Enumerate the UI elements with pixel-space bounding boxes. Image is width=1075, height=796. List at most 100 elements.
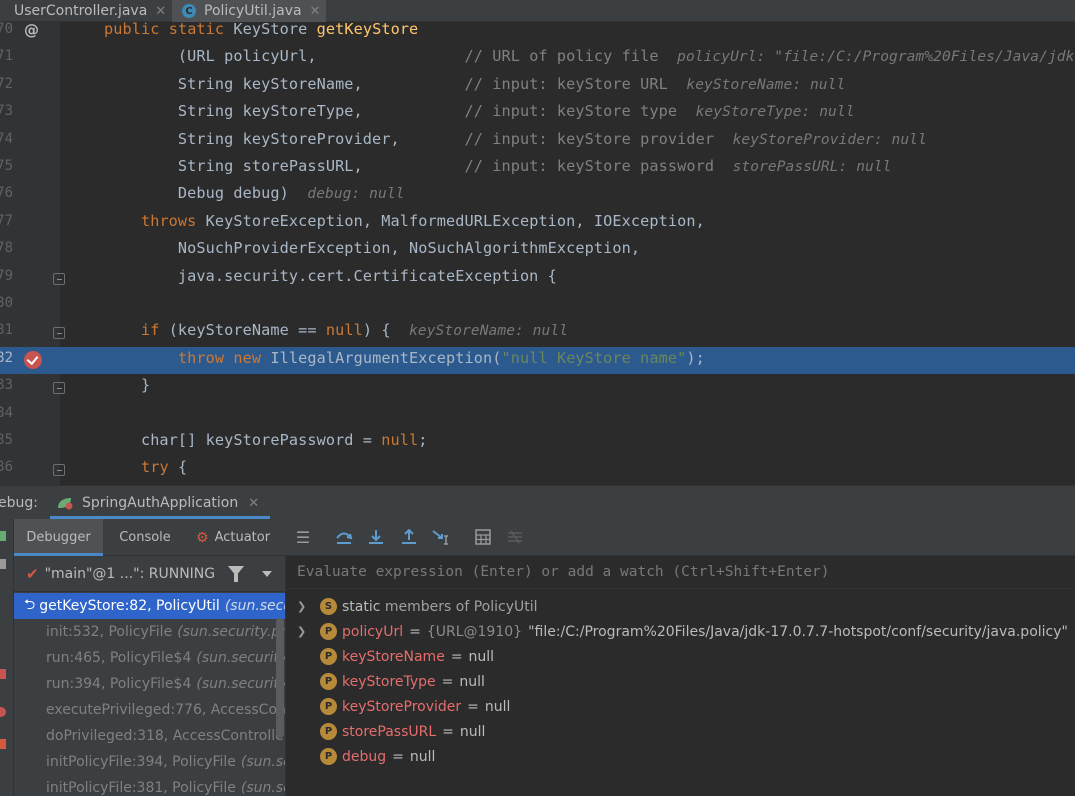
code-line[interactable]: 71 (URL policyUrl, // URL of policy file… xyxy=(0,45,1075,72)
code-line[interactable]: 78 NoSuchProviderException, NoSuchAlgori… xyxy=(0,237,1075,264)
line-number[interactable]: 77 xyxy=(0,213,13,229)
step-into-icon[interactable] xyxy=(365,527,387,547)
line-number[interactable]: 72 xyxy=(0,76,13,92)
equals-sign: = xyxy=(467,698,479,715)
parameter-badge-icon: P xyxy=(320,723,337,740)
line-number[interactable]: 86 xyxy=(0,459,13,475)
code-token: // input: keyStore type xyxy=(464,102,678,121)
code-line[interactable]: 75 String storePassURL, // input: keySto… xyxy=(0,155,1075,182)
line-number[interactable]: 78 xyxy=(0,240,13,256)
code-line[interactable]: 79 java.security.cert.CertificateExcepti… xyxy=(0,265,1075,292)
fold-icon[interactable] xyxy=(53,464,65,477)
check-icon: ✔ xyxy=(26,564,39,583)
code-line[interactable]: 84 xyxy=(0,402,1075,429)
override-marker-icon[interactable]: @ xyxy=(24,22,39,39)
tab-policyutil[interactable]: C PolicyUtil.java ✕ xyxy=(172,0,326,22)
frame-name: initPolicyFile:394, PolicyFile xyxy=(46,754,236,770)
variable-row[interactable]: Pdebug = null xyxy=(287,744,1075,769)
code-line[interactable]: 70 @ public static KeyStore getKeyStore xyxy=(0,22,1075,45)
variable-row[interactable]: ❯ PpolicyUrl = {URL@1910} "file:/C:/Program%… xyxy=(287,619,1075,644)
code-token: String keyStoreProvider, xyxy=(67,129,465,148)
line-number[interactable]: 76 xyxy=(0,185,13,201)
frames-scrollbar[interactable] xyxy=(276,618,284,738)
step-out-icon[interactable] xyxy=(398,527,420,547)
code-line[interactable]: 81 if (keyStoreName == null) { keyStoreN… xyxy=(0,319,1075,346)
inline-debug-value: keyStoreType: null xyxy=(695,104,855,121)
frame-item[interactable]: init:532, PolicyFile(sun.security.provid… xyxy=(14,619,285,645)
close-icon[interactable]: ✕ xyxy=(155,4,166,19)
line-number[interactable]: 85 xyxy=(0,432,13,448)
trace-stream-icon[interactable] xyxy=(504,527,526,547)
frame-item[interactable]: initPolicyFile:394, PolicyFile(sun.secur… xyxy=(14,749,285,775)
code-token: KeyStoreException, MalformedURLException… xyxy=(205,211,705,230)
run-to-cursor-icon[interactable] xyxy=(430,527,452,547)
filter-icon[interactable] xyxy=(228,566,244,582)
close-icon[interactable]: ✕ xyxy=(310,4,321,19)
resume-icon[interactable] xyxy=(0,531,6,541)
code-editor[interactable]: 70 @ public static KeyStore getKeyStore 71… xyxy=(0,22,1075,485)
close-icon[interactable]: ✕ xyxy=(248,496,259,511)
breakpoint-icon[interactable] xyxy=(24,350,42,369)
line-number[interactable]: 82 xyxy=(0,350,13,366)
line-number[interactable]: 80 xyxy=(0,295,13,311)
line-number[interactable]: 73 xyxy=(0,103,13,119)
chevron-down-icon[interactable] xyxy=(262,571,272,577)
code-line[interactable]: 80 xyxy=(0,292,1075,319)
thread-selector[interactable]: ✔ "main"@1 ...": RUNNING xyxy=(14,556,285,592)
view-breakpoints-icon[interactable] xyxy=(0,707,6,717)
tab-actuator[interactable]: ⚙ Actuator xyxy=(196,519,282,556)
mute-breakpoints-icon[interactable] xyxy=(0,739,6,749)
evaluate-expression-icon[interactable] xyxy=(472,527,494,547)
code-text: String keyStoreName, // input: keyStore … xyxy=(67,75,845,93)
variable-row[interactable]: PkeyStoreType = null xyxy=(287,669,1075,694)
frame-item[interactable]: initPolicyFile:381, PolicyFile(sun.secur… xyxy=(14,775,285,796)
variable-row[interactable]: PkeyStoreProvider = null xyxy=(287,694,1075,719)
frame-item[interactable]: executePrivileged:776, AccessController(… xyxy=(14,697,285,723)
watch-expression-input[interactable]: Evaluate expression (Enter) or add a wat… xyxy=(287,556,1075,589)
frame-item[interactable]: doPrivileged:318, AccessController(java.… xyxy=(14,723,285,749)
code-line[interactable]: 76 Debug debug) debug: null xyxy=(0,182,1075,209)
stop-icon[interactable] xyxy=(0,669,6,679)
frame-item[interactable]: run:394, PolicyFile$4(sun.security.provi… xyxy=(14,671,285,697)
step-over-icon[interactable] xyxy=(333,527,355,547)
code-line-current[interactable]: 82 throw new IllegalArgumentException("n… xyxy=(0,346,1075,374)
frame-item-selected[interactable]: ⮌getKeyStore:82, PolicyUtil(sun.security… xyxy=(14,593,285,619)
fold-icon[interactable] xyxy=(53,327,65,340)
code-line[interactable]: 72 String keyStoreName, // input: keySto… xyxy=(0,73,1075,100)
parameter-badge-icon: P xyxy=(320,623,337,640)
line-number[interactable]: 81 xyxy=(0,322,13,338)
variable-row[interactable]: PkeyStoreName = null xyxy=(287,644,1075,669)
inline-debug-value: policyUrl: "file:/C:/Program%20Files/Jav… xyxy=(677,49,1075,66)
chevron-right-icon[interactable]: ❯ xyxy=(297,600,307,613)
code-text: String storePassURL, // input: keyStore … xyxy=(67,157,892,175)
code-line[interactable]: 73 String keyStoreType, // input: keySto… xyxy=(0,100,1075,127)
line-number[interactable]: 75 xyxy=(0,158,13,174)
line-number[interactable]: 83 xyxy=(0,377,13,393)
line-number[interactable]: 74 xyxy=(0,131,13,147)
frame-name: run:394, PolicyFile$4 xyxy=(46,676,192,692)
line-number[interactable]: 70 xyxy=(0,22,13,37)
equals-sign: = xyxy=(392,748,404,765)
fold-icon[interactable] xyxy=(53,382,65,395)
code-line[interactable]: 74 String keyStoreProvider, // input: ke… xyxy=(0,128,1075,155)
frame-item[interactable]: run:465, PolicyFile$4(sun.security.provi… xyxy=(14,645,285,671)
variable-row[interactable]: ❯ Sstatic members of PolicyUtil xyxy=(287,594,1075,619)
variable-row[interactable]: PstorePassURL = null xyxy=(287,719,1075,744)
tab-console[interactable]: Console xyxy=(110,519,180,556)
run-config-tab[interactable]: SpringAuthApplication ✕ xyxy=(50,486,263,520)
code-line[interactable]: 85 char[] keyStorePassword = null; xyxy=(0,429,1075,456)
line-number[interactable]: 79 xyxy=(0,268,13,284)
chevron-right-icon[interactable]: ❯ xyxy=(297,625,307,638)
line-number[interactable]: 71 xyxy=(0,48,13,64)
line-number[interactable]: 84 xyxy=(0,405,13,421)
code-line[interactable]: 86 try { xyxy=(0,456,1075,483)
code-line[interactable]: 83 } xyxy=(0,374,1075,401)
pause-icon[interactable] xyxy=(0,559,6,569)
menu-icon[interactable]: ☰ xyxy=(292,527,314,547)
tab-usercontroller[interactable]: UserController.java ✕ xyxy=(0,0,170,22)
fold-icon[interactable] xyxy=(53,272,65,285)
tab-debugger[interactable]: Debugger xyxy=(14,519,103,556)
thread-label: "main"@1 ...": RUNNING xyxy=(44,565,216,582)
code-line[interactable]: 77 throws KeyStoreException, MalformedUR… xyxy=(0,210,1075,237)
